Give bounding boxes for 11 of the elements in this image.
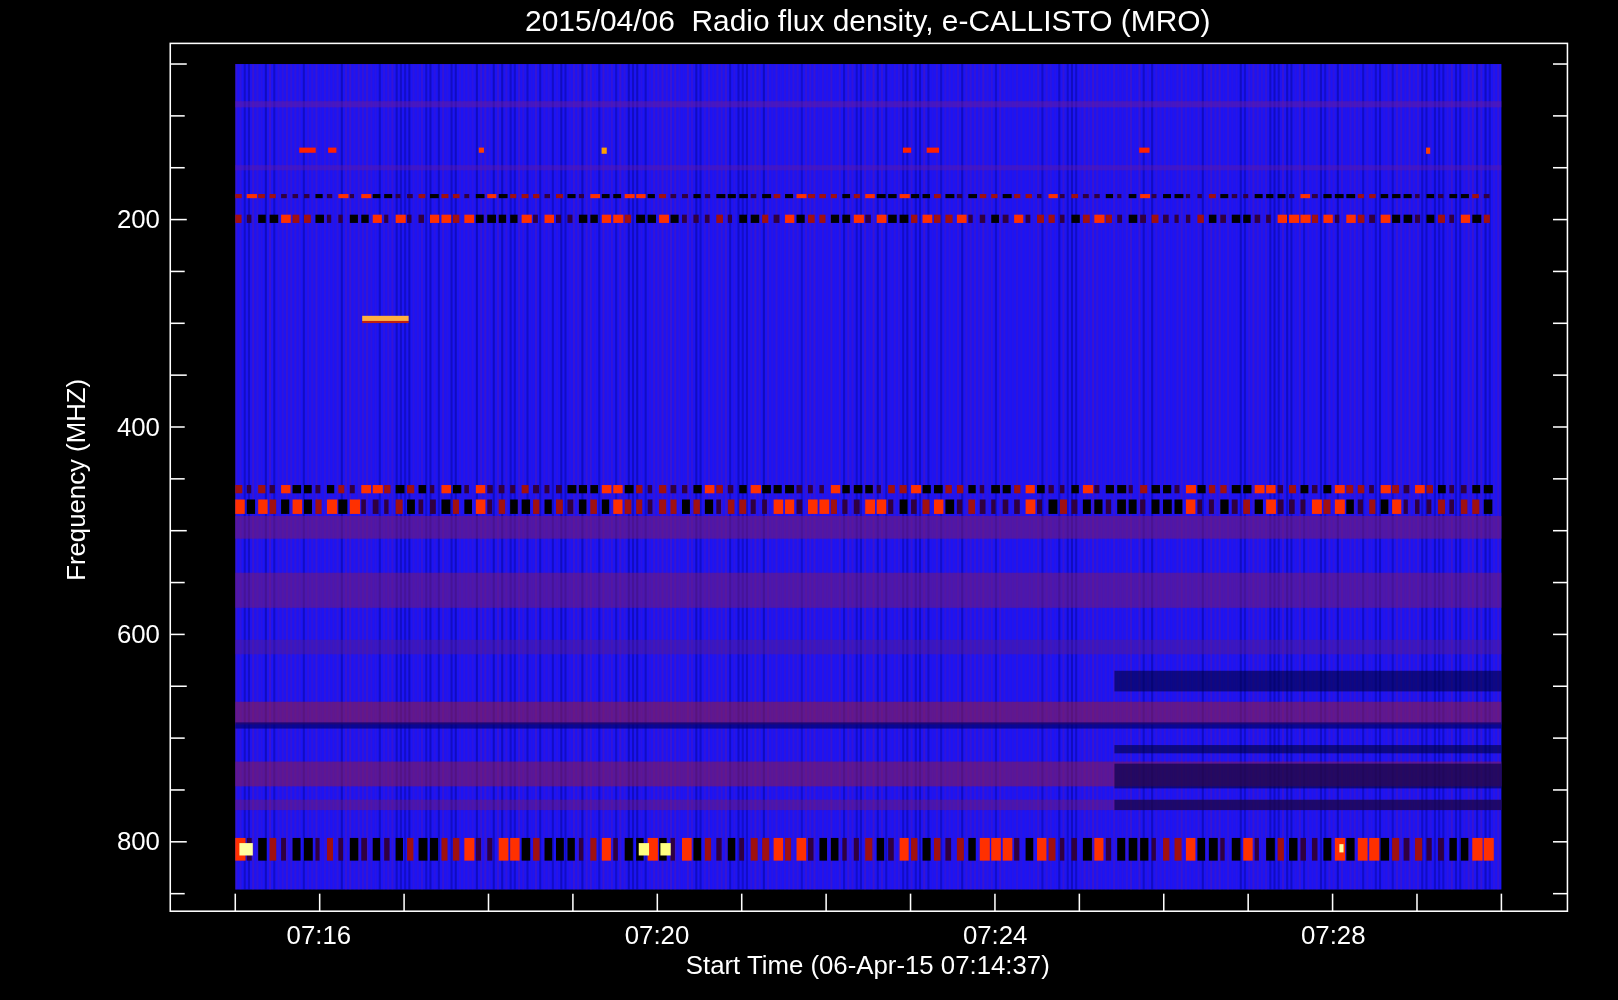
x-axis-label: Start Time (06-Apr-15 07:14:37): [685, 951, 1050, 980]
y-tick-label: 200: [116, 205, 160, 234]
y-axis-label: Frequency (MHZ): [61, 378, 90, 581]
chart-title: 2015/04/06 Radio flux density, e-CALLISTO (MRO): [525, 4, 1211, 37]
y-tick-label: 600: [116, 619, 160, 648]
x-tick-label: 07:28: [1301, 921, 1366, 950]
x-tick-label: 07:16: [286, 921, 352, 950]
y-tick-label: 800: [116, 827, 160, 856]
x-tick-label: 07:20: [624, 921, 690, 950]
y-tick-label: 400: [116, 412, 160, 441]
x-tick-label: 07:24: [962, 921, 1028, 950]
